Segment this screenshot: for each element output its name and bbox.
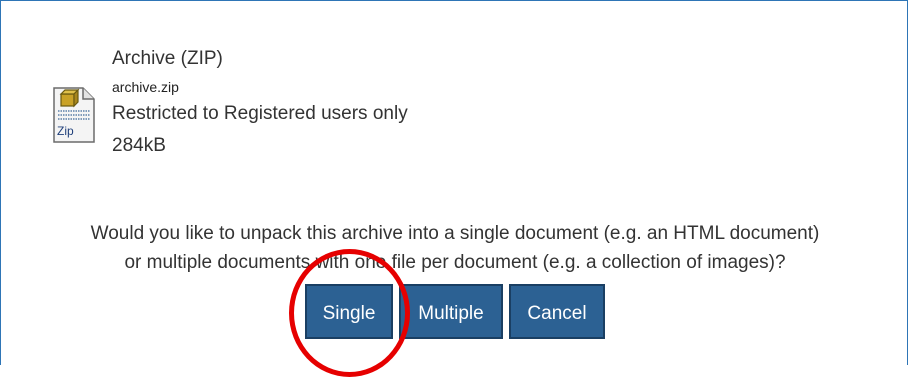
single-button[interactable]: Single: [305, 284, 393, 339]
zip-file-icon: Zip: [51, 85, 97, 145]
file-name-link[interactable]: archive.zip: [112, 78, 408, 96]
zip-icon-label: Zip: [57, 124, 74, 138]
multiple-button[interactable]: Multiple: [399, 284, 503, 339]
file-size: 284kB: [112, 135, 166, 156]
file-title: Archive (ZIP): [112, 48, 223, 69]
cancel-button[interactable]: Cancel: [509, 284, 605, 339]
file-restriction: Restricted to Registered users only: [112, 103, 408, 124]
button-row: Single Multiple Cancel: [1, 284, 909, 339]
question-line-1: Would you like to unpack this archive in…: [90, 223, 820, 244]
file-info: Zip Archive (ZIP) archive.zip Restricted…: [49, 47, 549, 187]
dialog-frame: Zip Archive (ZIP) archive.zip Restricted…: [0, 0, 909, 377]
unpack-question: Would you like to unpack this archive in…: [1, 219, 909, 277]
file-meta: Archive (ZIP) archive.zip Restricted to …: [112, 47, 408, 158]
question-line-2: or multiple documents with one file per …: [124, 252, 786, 273]
